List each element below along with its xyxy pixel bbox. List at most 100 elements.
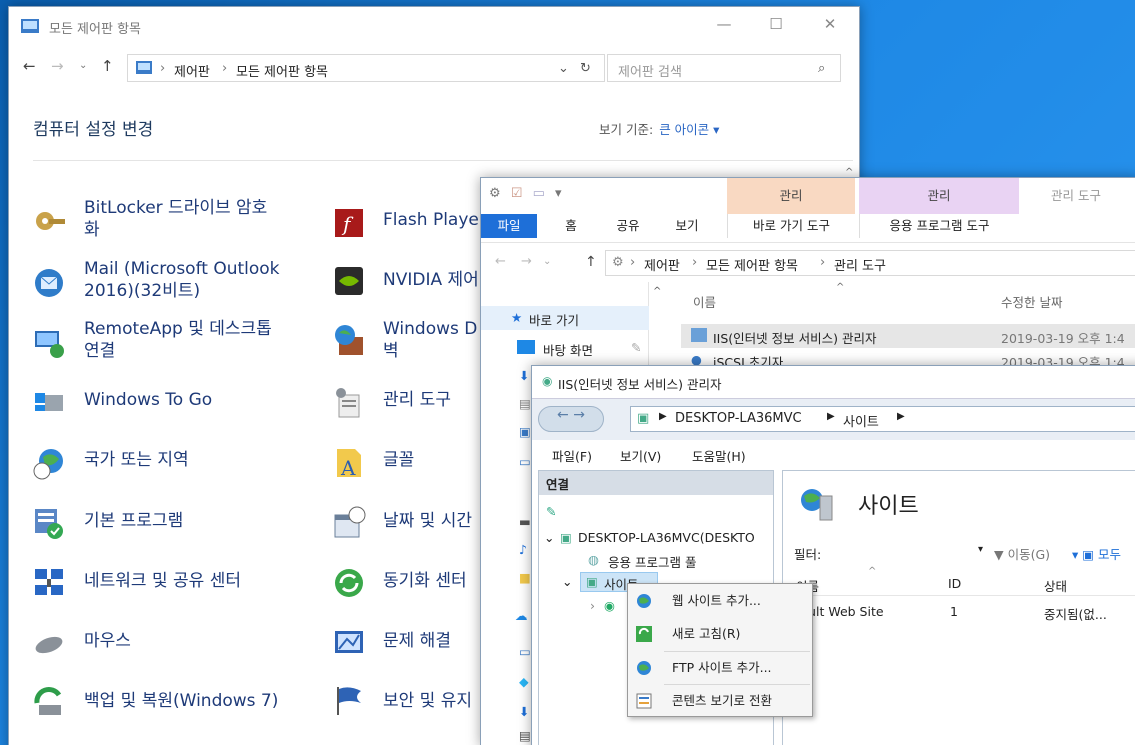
cp-item-troubleshoot[interactable]: 문제 해결 xyxy=(383,630,451,652)
recent-dropdown-icon[interactable]: ⌄ xyxy=(79,60,87,71)
refresh-icon[interactable]: ↻ xyxy=(580,61,591,76)
menu-item-content-view[interactable]: 콘텐츠 보기로 전환 xyxy=(628,684,812,718)
cp-item-label: 관리 도구 xyxy=(383,390,451,410)
cp-item-admin-tools[interactable]: 관리 도구 xyxy=(383,389,451,411)
firewall-icon xyxy=(331,323,367,359)
breadcrumb-all-items[interactable]: 모든 제어판 항목 xyxy=(236,61,328,80)
close-button[interactable]: ✕ xyxy=(815,15,845,39)
connect-icon[interactable]: ✎ xyxy=(546,504,556,519)
folder-icon: ■ xyxy=(519,570,531,585)
back-button[interactable]: ← xyxy=(23,57,36,75)
column-header-state[interactable]: 상태 xyxy=(1044,576,1067,595)
maximize-button[interactable]: ☐ xyxy=(761,15,791,39)
search-icon[interactable]: ⌕ xyxy=(818,61,825,76)
cp-item-region[interactable]: 국가 또는 지역 xyxy=(84,449,189,471)
column-header-id[interactable]: ID xyxy=(948,576,961,591)
nav-item-desktop[interactable]: 바탕 화면 xyxy=(543,340,593,359)
tab-home[interactable]: 홈 xyxy=(551,214,591,238)
cp-item-date-time[interactable]: 날짜 및 시간 xyxy=(383,510,472,532)
cp-item-mouse[interactable]: 마우스 xyxy=(84,630,131,652)
back-button[interactable]: ← xyxy=(495,254,506,269)
tree-server[interactable]: DESKTOP-LA36MVC(DESKTO xyxy=(578,530,774,545)
tab-share[interactable]: 공유 xyxy=(605,214,651,238)
breadcrumb-admin-tools[interactable]: 관리 도구 xyxy=(834,255,886,274)
site-row-state: 중지됨(없... xyxy=(1044,607,1107,622)
tree-expand-icon[interactable]: ⌄ xyxy=(562,574,572,589)
recent-dropdown-icon[interactable]: ⌄ xyxy=(543,256,551,267)
cp-item-nvidia[interactable]: NVIDIA 제어 xyxy=(383,269,479,291)
menu-item-label: 콘텐츠 보기로 전환 xyxy=(672,693,772,708)
back-forward-buttons[interactable]: ← → xyxy=(538,406,604,432)
menu-help[interactable]: 도움말(H) xyxy=(692,446,746,465)
document-icon: ▤ xyxy=(519,396,531,411)
view-by-label: 보기 기준: xyxy=(599,122,654,137)
menu-file[interactable]: 파일(F) xyxy=(552,446,592,465)
window-title: 모든 제어판 항목 xyxy=(49,22,141,37)
column-header-date[interactable]: 수정한 날짜 xyxy=(1001,292,1062,311)
tree-app-pools[interactable]: 응용 프로그램 풀 xyxy=(608,552,696,571)
star-icon: ★ xyxy=(511,310,523,325)
forward-button[interactable]: → xyxy=(51,57,64,75)
address-bar[interactable]: › 제어판 › 모든 제어판 항목 ⌄ ↻ xyxy=(127,54,605,82)
column-header-name[interactable]: 이름 xyxy=(693,292,716,311)
forward-button[interactable]: → xyxy=(521,254,532,269)
address-dropdown-icon[interactable]: ⌄ xyxy=(558,61,569,76)
connections-header xyxy=(539,471,773,495)
cp-item-label: 보안 및 유지 xyxy=(383,691,473,711)
file-name-iis[interactable]: IIS(인터넷 정보 서비스) 관리자 xyxy=(713,328,876,347)
minimize-button[interactable]: — xyxy=(709,15,739,39)
tab-file[interactable]: 파일 xyxy=(481,214,537,238)
menu-item-add-ftp[interactable]: FTP 사이트 추가... xyxy=(628,651,812,685)
breadcrumb-server[interactable]: DESKTOP-LA36MVC xyxy=(675,411,802,426)
filter-input[interactable] xyxy=(832,540,992,562)
cp-item-sync-center[interactable]: 동기화 센터 xyxy=(383,570,467,592)
cp-item-security-maintenance[interactable]: 보안 및 유지 xyxy=(383,690,472,712)
menu-item-label: FTP 사이트 추가... xyxy=(672,660,772,675)
sync-icon xyxy=(331,565,367,601)
view-by-value[interactable]: 큰 아이콘 ▾ xyxy=(659,122,719,137)
tab-view[interactable]: 보기 xyxy=(665,214,709,238)
cp-item-network-center[interactable]: 네트워크 및 공유 센터 xyxy=(84,570,241,592)
quick-access-toolbar[interactable]: ⚙ ☑ ▭ ▾ xyxy=(489,186,562,201)
up-button[interactable]: ↑ xyxy=(101,57,114,75)
flash-icon: f xyxy=(331,205,367,241)
content-view-icon xyxy=(636,693,652,709)
breadcrumb-all-items[interactable]: 모든 제어판 항목 xyxy=(706,255,798,274)
cp-item-flash[interactable]: Flash Playe xyxy=(383,209,479,231)
filter-dropdown-icon[interactable]: ▾ xyxy=(978,544,983,555)
connections-label: 연결 xyxy=(546,477,570,492)
show-all-button[interactable]: ▾ ▣ 모두 xyxy=(1072,544,1121,563)
up-button[interactable]: ↑ xyxy=(585,254,597,270)
breadcrumb-control-panel[interactable]: 제어판 xyxy=(644,255,680,274)
file-date-iis: 2019-03-19 오후 1:4 xyxy=(1001,331,1125,346)
breadcrumb-sites[interactable]: 사이트 xyxy=(843,411,879,430)
iis-address-bar[interactable]: ▣ ▶ DESKTOP-LA36MVC ▶ 사이트 ▶ xyxy=(630,406,1135,432)
cp-item-bitlocker[interactable]: BitLocker 드라이브 암호 화 xyxy=(84,197,267,241)
cp-item-remoteapp[interactable]: RemoteApp 및 데스크톱 연결 xyxy=(84,318,272,362)
tree-collapse-icon[interactable]: › xyxy=(590,598,595,613)
menu-item-refresh[interactable]: 새로 고침(R) xyxy=(628,617,812,651)
iis-icon xyxy=(691,328,707,342)
cp-item-firewall[interactable]: Windows D 벽 xyxy=(383,318,477,362)
cp-item-label-2: 벽 xyxy=(383,341,399,361)
go-button[interactable]: ▼ 이동(G) xyxy=(994,544,1050,563)
network-icon xyxy=(31,565,67,601)
nav-scroll-up-icon[interactable]: ^ xyxy=(653,286,661,297)
cp-item-default-programs[interactable]: 기본 프로그램 xyxy=(84,510,183,532)
tab-shortcut-tools[interactable]: 바로 가기 도구 xyxy=(727,214,855,238)
menu-item-add-website[interactable]: 웹 사이트 추가... xyxy=(628,584,812,618)
show-all-label: 모두 xyxy=(1098,547,1122,562)
address-bar[interactable]: ⚙ › 제어판 › 모든 제어판 항목 › 관리 도구 xyxy=(605,250,1135,276)
tab-app-tools[interactable]: 응용 프로그램 도구 xyxy=(859,214,1019,238)
view-by[interactable]: 보기 기준: 큰 아이콘 ▾ xyxy=(599,119,719,138)
search-input[interactable]: 제어판 검색 ⌕ xyxy=(607,54,841,82)
breadcrumb-control-panel[interactable]: 제어판 xyxy=(174,61,210,80)
cp-item-windows-to-go[interactable]: Windows To Go xyxy=(84,389,212,411)
cp-item-mail[interactable]: Mail (Microsoft Outlook 2016)(32비트) xyxy=(84,258,280,302)
menu-view[interactable]: 보기(V) xyxy=(620,446,661,465)
tree-expand-icon[interactable]: ⌄ xyxy=(544,530,554,545)
properties-icon[interactable]: ⚙ xyxy=(489,186,501,201)
cp-item-backup[interactable]: 백업 및 복원(Windows 7) xyxy=(84,690,278,712)
cp-item-fonts[interactable]: 글꼴 xyxy=(383,449,414,471)
cp-item-label: Windows To Go xyxy=(84,390,213,410)
